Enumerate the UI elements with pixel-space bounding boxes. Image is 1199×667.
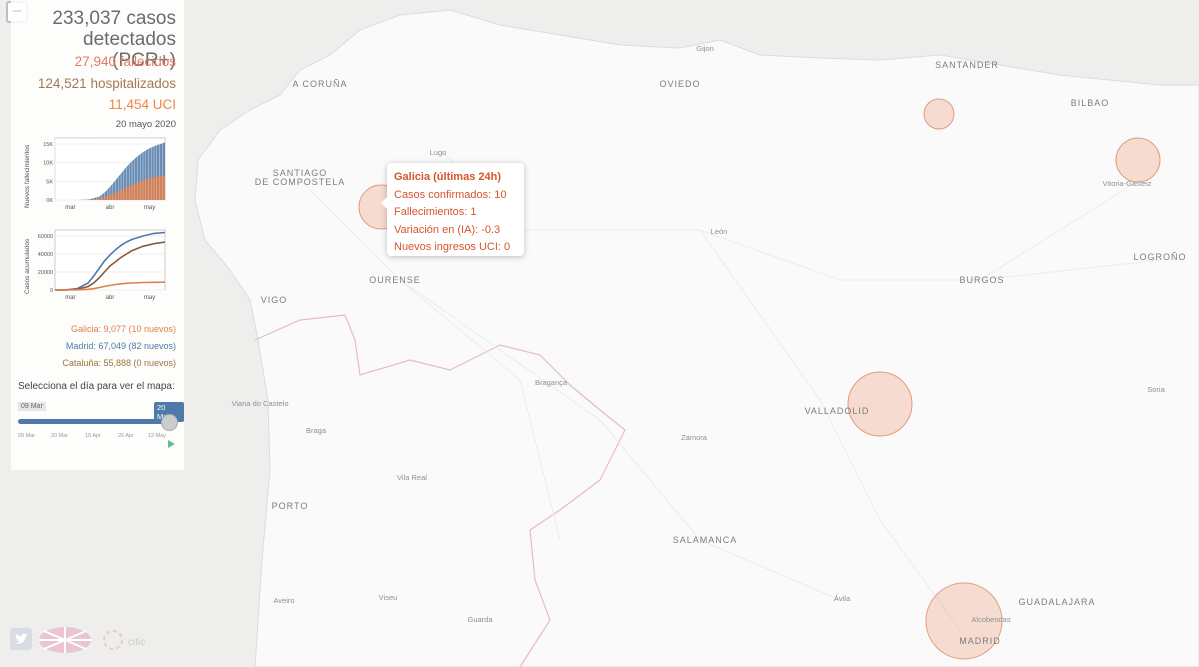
city-label: Soria	[1147, 385, 1165, 394]
total-deaths: 27,940 fallecidos	[74, 54, 176, 69]
tooltip-icu: Nuevos ingresos UCI: 0	[394, 241, 511, 253]
city-label: LOGROÑO	[1133, 252, 1187, 262]
x-tick-label: mar	[65, 205, 75, 211]
city-label: Viana do Castelo	[231, 399, 289, 408]
x-tick-label: mar	[65, 295, 75, 301]
city-label: BURGOS	[959, 275, 1005, 285]
chart2-ylabel: Casos acumulados	[24, 238, 31, 294]
city-label: GUADALAJARA	[1018, 597, 1096, 607]
x-tick-label: abr	[106, 205, 115, 211]
tooltip-variation: Variación en (IA): -0.3	[394, 223, 501, 236]
city-label: Viseu	[378, 593, 398, 602]
y-tick-label: 20000	[38, 270, 53, 276]
region-bubble[interactable]	[1115, 137, 1161, 183]
y-tick-label: 10K	[43, 161, 53, 167]
x-tick-label: may	[144, 295, 155, 301]
legend-galicia: Galicia: 9,077 (10 nuevos)	[70, 324, 176, 334]
slider-tick: 12 May	[148, 433, 167, 439]
cases-chart: 0 20000 40000 60000 mar abr may	[38, 229, 166, 301]
total-hospitalized: 124,521 hospitalizados	[37, 76, 176, 91]
city-label: OURENSE	[369, 275, 421, 285]
city-label: Vitoria-Gasteiz	[1102, 179, 1152, 188]
city-label: Ávila	[833, 594, 851, 603]
city-label: SANTANDER	[935, 60, 999, 70]
city-label: Zamora	[681, 433, 707, 442]
y-tick-label: 0	[50, 288, 53, 294]
city-label: MADRID	[959, 636, 1001, 646]
y-tick-label: 0K	[46, 198, 53, 204]
city-label: A CORUÑA	[292, 79, 348, 89]
flag-logo-icon	[39, 627, 91, 653]
city-label: BILBAO	[1070, 98, 1110, 108]
y-tick-label: 15K	[43, 142, 53, 148]
chart-frame	[54, 229, 166, 291]
citic-logo-text: citic	[128, 637, 146, 648]
city-label: Bragança	[534, 378, 568, 387]
city-label: León	[710, 227, 728, 236]
total-icu: 11,454 UCI	[108, 97, 176, 112]
region-tooltip: Galicia (últimas 24h) Casos confirmados:…	[381, 163, 524, 256]
legend-madrid: Madrid: 67,049 (82 nuevos)	[65, 341, 176, 351]
date-slider-handle[interactable]	[161, 414, 178, 431]
play-icon[interactable]	[168, 440, 175, 448]
city-label: PORTO	[271, 501, 309, 511]
tooltip-confirmed: Casos confirmados: 10	[394, 188, 507, 201]
slider-tick: 10 Apr	[85, 433, 101, 439]
city-label: Lugo	[429, 148, 447, 157]
city-label: Alcobendas	[971, 615, 1011, 624]
slider-tick: 09 Mar	[18, 433, 36, 439]
city-label: DE COMPOSTELA	[254, 177, 346, 187]
y-tick-label: 40000	[38, 252, 53, 258]
citic-logo-icon: citic	[100, 628, 160, 652]
city-label: Vila Real	[397, 473, 427, 482]
twitter-icon[interactable]	[10, 628, 32, 650]
region-bubble[interactable]	[923, 98, 955, 130]
slider-title: Selecciona el día para ver el mapa:	[18, 381, 175, 392]
y-tick-label: 5K	[46, 179, 53, 185]
city-label: Aveiro	[273, 596, 295, 605]
city-label: VALLADOLID	[804, 406, 870, 416]
slider-min-label: 09 Mar	[18, 402, 46, 411]
city-label: SALAMANCA	[672, 535, 738, 545]
y-tick-label: 60000	[38, 234, 53, 240]
stats-panel: 233,037 casos detectados (PCR+) 27,940 f…	[11, 0, 184, 470]
city-label: Guarda	[467, 615, 493, 624]
x-tick-label: may	[144, 205, 155, 211]
slider-tick: 26 Apr	[118, 433, 134, 439]
report-date: 20 mayo 2020	[115, 119, 176, 130]
city-label: OVIEDO	[659, 79, 701, 89]
land-mass	[194, 9, 1199, 667]
city-label: Gijon	[696, 44, 714, 53]
x-tick-label: abr	[106, 295, 115, 301]
chart1-ylabel: Nuevos fallecimientos	[24, 144, 31, 208]
legend-cataluna: Cataluña: 55,888 (0 nuevos)	[62, 358, 176, 368]
region-bubble[interactable]	[847, 371, 913, 437]
date-slider-track[interactable]	[18, 419, 170, 424]
city-label: Braga	[305, 426, 327, 435]
tooltip-title: Galicia (últimas 24h)	[394, 171, 501, 183]
city-label: VIGO	[260, 295, 288, 305]
slider-tick: 20 Mar	[51, 433, 69, 439]
tooltip-deaths: Fallecimientos: 1	[394, 206, 477, 218]
deaths-chart: 0K 5K 10K 15K mar abr may	[43, 137, 166, 211]
